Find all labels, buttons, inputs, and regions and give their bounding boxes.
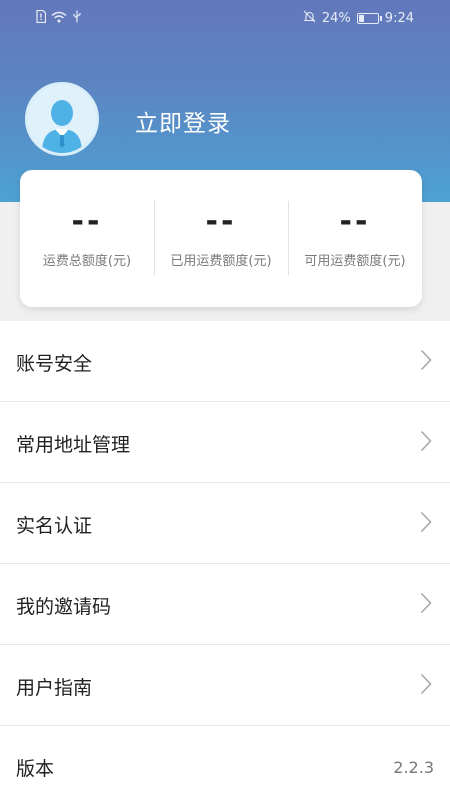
stat-value: -- — [71, 204, 103, 239]
usb-icon — [72, 10, 82, 27]
notifications-off-icon — [303, 10, 316, 27]
status-time: 9:24 — [384, 11, 414, 26]
settings-menu: 账号安全 常用地址管理 实名认证 我的邀请码 用户指南 版本 2.2.3 — [0, 321, 450, 806]
wifi-icon — [51, 11, 67, 27]
menu-item-label: 我的邀请码 — [16, 596, 112, 618]
version-label: 版本 — [16, 758, 55, 780]
menu-item-label: 用户指南 — [16, 677, 93, 699]
menu-item-label: 常用地址管理 — [16, 434, 131, 456]
stat-available-quota: -- 可用运费额度(元) — [288, 170, 422, 307]
menu-item-label: 账号安全 — [16, 353, 93, 375]
stat-value: -- — [339, 204, 371, 239]
login-link[interactable]: 立即登录 — [135, 104, 231, 138]
menu-item-user-guide[interactable]: 用户指南 — [0, 645, 450, 726]
stat-label: 可用运费额度(元) — [304, 254, 406, 269]
stat-total-quota: -- 运费总额度(元) — [20, 170, 154, 307]
menu-item-account-security[interactable]: 账号安全 — [0, 321, 450, 402]
chevron-right-icon — [420, 430, 432, 456]
menu-item-version: 版本 2.2.3 — [0, 726, 450, 806]
stat-value: -- — [205, 204, 237, 239]
chevron-right-icon — [420, 592, 432, 618]
stat-used-quota: -- 已用运费额度(元) — [154, 170, 288, 307]
menu-item-label: 实名认证 — [16, 515, 93, 537]
sim-card-icon — [36, 9, 47, 27]
status-left — [36, 9, 82, 27]
freight-quota-card: -- 运费总额度(元) -- 已用运费额度(元) -- 可用运费额度(元) — [20, 170, 422, 307]
version-value: 2.2.3 — [393, 758, 434, 777]
chevron-right-icon — [420, 673, 432, 699]
chevron-right-icon — [420, 511, 432, 537]
battery-percent: 24% — [321, 11, 351, 26]
status-bar: 24% 9:24 — [0, 0, 450, 36]
stat-label: 运费总额度(元) — [42, 254, 132, 269]
menu-item-real-name-verification[interactable]: 实名认证 — [0, 483, 450, 564]
chevron-right-icon — [420, 349, 432, 375]
user-avatar-icon[interactable] — [25, 82, 99, 156]
menu-item-invite-code[interactable]: 我的邀请码 — [0, 564, 450, 645]
battery-icon — [356, 13, 382, 24]
status-right: 24% 9:24 — [303, 10, 414, 27]
menu-item-address-management[interactable]: 常用地址管理 — [0, 402, 450, 483]
stat-label: 已用运费额度(元) — [170, 254, 272, 269]
